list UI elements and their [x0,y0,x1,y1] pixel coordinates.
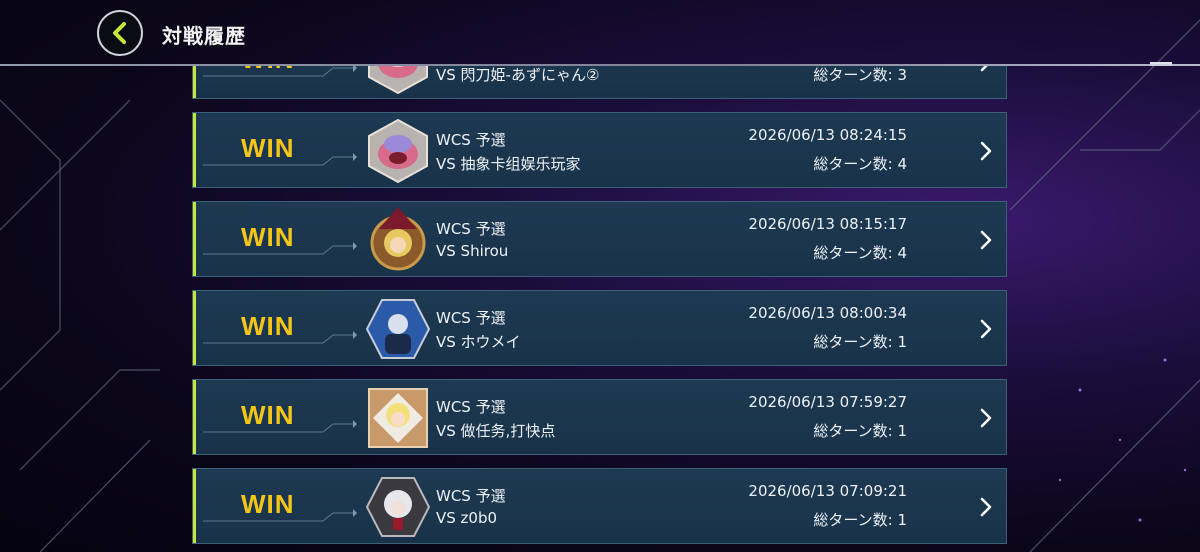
blonde-girl-avatar [368,388,428,448]
opponent-name: VS Shirou [436,242,509,260]
event-name: WCS 予選 [436,220,506,238]
match-date: 2026/06/13 08:15:17 [748,215,907,233]
chevron-right-icon[interactable] [979,497,993,517]
match-row[interactable]: WIN WCS 予選 VS 抽象卡组娱乐玩家 2026/06/13 08:24:… [192,112,1007,188]
turn-count: 総ターン数: 1 [813,422,907,440]
result-label: WIN [241,400,295,430]
match-row[interactable]: WIN WCS 予選 VS Shirou 2026/06/13 08:15:17… [192,201,1007,277]
match-date: 2026/06/13 07:09:21 [748,482,907,500]
match-row[interactable]: WIN WCS 予選 VS ホウメイ 2026/06/13 08:00:34 総… [192,290,1007,366]
result-label: WIN [241,489,295,519]
witch-avatar [370,207,426,271]
match-date: 2026/06/13 07:59:27 [748,393,907,411]
match-row[interactable]: WIN VS 閃刀姫-あずにゃん② 総ターン数: 3 [192,66,1007,99]
opponent-name: VS 做任务,打快点 [436,422,556,440]
back-button[interactable] [97,10,143,56]
turn-count: 総ターン数: 3 [813,66,907,84]
result-label: WIN [241,311,295,341]
match-row[interactable]: WIN WCS 予選 VS 做任务,打快点 2026/06/13 07:59:2… [192,379,1007,455]
turn-count: 総ターン数: 4 [813,244,907,262]
blue-hex-avatar [365,299,431,359]
header-bar: 対戦履歴 [0,0,1200,66]
event-name: WCS 予選 [436,487,506,505]
chevron-left-icon [113,22,126,44]
opponent-name: VS ホウメイ [436,333,521,351]
turn-count: 総ターン数: 1 [813,333,907,351]
opponent-name: VS z0b0 [436,509,498,527]
match-row[interactable]: WIN WCS 予選 VS z0b0 2026/06/13 07:09:21 総… [192,468,1007,544]
event-name: WCS 予選 [436,131,506,149]
page-title: 対戦履歴 [162,24,246,48]
turn-count: 総ターン数: 4 [813,155,907,173]
event-name: WCS 予選 [436,309,506,327]
chevron-right-icon[interactable] [979,230,993,250]
match-date: 2026/06/13 08:24:15 [748,126,907,144]
cake-monster-avatar [368,118,428,184]
chevron-right-icon[interactable] [979,141,993,161]
chevron-right-icon[interactable] [979,66,993,72]
match-history-list[interactable]: WIN VS 閃刀姫-あずにゃん② 総ターン数: 3 WIN WCS 予選 VS… [192,66,1008,552]
match-date: 2026/06/13 08:00:34 [748,304,907,322]
result-label: WIN [241,222,295,252]
opponent-name: VS 抽象卡组娱乐玩家 [436,155,581,173]
result-label: WIN [241,66,295,75]
turn-count: 総ターン数: 1 [813,511,907,529]
opponent-name: VS 閃刀姫-あずにゃん② [436,66,600,84]
white-hair-avatar [365,477,431,537]
cake-monster-avatar [368,66,428,95]
chevron-right-icon[interactable] [979,408,993,428]
result-label: WIN [241,133,295,163]
chevron-right-icon[interactable] [979,319,993,339]
event-name: WCS 予選 [436,398,506,416]
